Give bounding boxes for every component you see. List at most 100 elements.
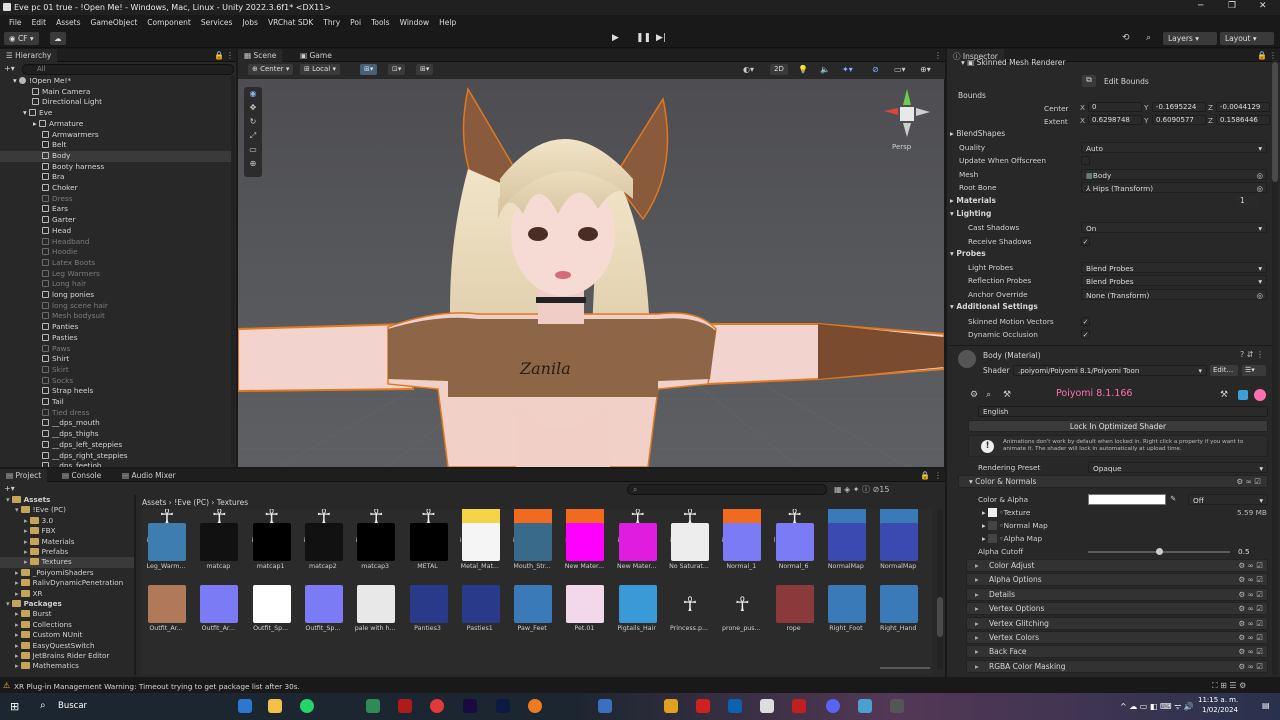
materials-count[interactable]: 1 (1236, 196, 1258, 207)
tree-arrow-icon[interactable]: ▸ (24, 537, 28, 546)
add-icon[interactable]: +▾ (4, 64, 16, 74)
anchor-override-field[interactable]: None (Transform) ◎ (1081, 289, 1267, 300)
tree-arrow-icon[interactable]: ▸ (15, 568, 19, 577)
tab-game[interactable]: ▣ Game (294, 49, 338, 62)
anchor-picker-icon[interactable]: ◎ (1257, 291, 1263, 300)
firefox-icon[interactable] (528, 699, 542, 713)
foldout-details[interactable]: ▸ Details ⚙ ∞ ☑ (966, 587, 1268, 601)
hierarchy-item[interactable]: Hoodie (0, 247, 232, 258)
hierarchy-item[interactable]: ▾ !Open Me!* (0, 76, 232, 87)
tree-arrow-icon[interactable]: ▾ (15, 505, 19, 514)
mode-2d-button[interactable]: 2D (770, 64, 788, 75)
app4-icon[interactable] (696, 699, 710, 713)
asset-item[interactable]: NormalMap (874, 521, 922, 577)
audio-icon[interactable]: 🔈 (820, 65, 830, 74)
hierarchy-item[interactable]: Body (0, 150, 232, 162)
layers-dropdown[interactable]: Layers ▾ (1163, 32, 1217, 45)
hierarchy-item[interactable]: Paws (0, 344, 232, 355)
search-icon[interactable]: ⌕ (1146, 33, 1151, 43)
hierarchy-item[interactable]: Leg Warmers (0, 269, 232, 280)
asset-item[interactable]: Pasties1 (456, 583, 504, 639)
alpha-cutoff-value[interactable]: 0.5 (1238, 547, 1250, 556)
asset-item[interactable]: Right_Foot (822, 583, 870, 639)
alpha-map-thumb[interactable] (987, 534, 997, 543)
hierarchy-item[interactable]: Socks (0, 376, 232, 387)
persp-label[interactable]: Persp (892, 143, 912, 151)
after-effects-icon[interactable] (496, 699, 510, 713)
asset-item[interactable]: matcap1 (247, 521, 295, 577)
hierarchy-item[interactable]: Choker (0, 183, 232, 194)
lighting-foldout[interactable]: ▾ Lighting (950, 209, 1272, 222)
hierarchy-item[interactable]: Tied dress (0, 408, 232, 419)
hierarchy-item[interactable]: __dps_mouth (0, 418, 232, 429)
hierarchy-item[interactable]: Main Camera (0, 87, 232, 98)
hierarchy-item[interactable]: Bra (0, 172, 232, 183)
lock-in-button[interactable]: Lock In Optimized Shader (968, 420, 1268, 432)
root-bone-field[interactable]: ⅄ Hips (Transform) ◎ (1081, 182, 1267, 193)
github-icon[interactable] (1238, 390, 1248, 400)
dynamic-occlusion-checkbox[interactable]: ✓ (1081, 330, 1090, 339)
tree-arrow-icon[interactable]: ▾ (6, 599, 10, 608)
shading-icon[interactable]: ◐▾ (743, 65, 754, 74)
alpha-cutoff-thumb[interactable] (1156, 548, 1163, 555)
foldout-options-icon[interactable]: ⚙ ∞ ☑ (1239, 662, 1263, 671)
mesh-field[interactable]: ▦Body ◎ (1081, 169, 1267, 180)
view-tool-icon[interactable]: ◉ (244, 87, 262, 101)
shader-edit-button[interactable]: Edit... (1210, 365, 1238, 376)
asset-item[interactable]: Normal_6 (770, 521, 818, 577)
breadcrumb-textures[interactable]: Textures (217, 498, 248, 507)
taskbar-search-icon[interactable]: ⌕ (40, 700, 46, 711)
menu-item-tools[interactable]: Tools (366, 15, 394, 29)
inspector-scroll-thumb[interactable] (1272, 62, 1278, 182)
hierarchy-search-input[interactable]: All (22, 64, 234, 75)
texture-thumb[interactable] (987, 508, 997, 517)
visibility-icon[interactable]: ⊘ (872, 65, 879, 74)
inspector-menu-icon[interactable]: ⋮ (1269, 51, 1277, 60)
hierarchy-item[interactable]: Shirt (0, 354, 232, 365)
asset-item[interactable]: ☥ Princess.p... (665, 583, 713, 639)
unity-icon[interactable] (890, 699, 904, 713)
receive-shadows-checkbox[interactable]: ✓ (1081, 237, 1090, 246)
foldout-options-icon[interactable]: ⚙ ∞ ☑ (1239, 590, 1263, 599)
hierarchy-item[interactable]: Tail (0, 397, 232, 408)
foldout-vertex-glitching[interactable]: ▸ Vertex Glitching ⚙ ∞ ☑ (966, 616, 1268, 630)
scale-tool-icon[interactable]: ⤢ (244, 129, 262, 143)
eyedropper-icon[interactable]: ✎ (1170, 494, 1176, 503)
asset-item[interactable]: Right_Hand (874, 583, 922, 639)
project-splitter[interactable] (134, 495, 136, 675)
asset-item[interactable]: matcap2 (299, 521, 347, 577)
inspector-scrollbar[interactable] (1272, 60, 1278, 675)
menu-item-poi[interactable]: Poi (345, 15, 366, 29)
reflection-probes-dropdown[interactable]: Blend Probes ▾ (1081, 275, 1267, 286)
premiere-icon[interactable] (463, 699, 477, 713)
history-icon[interactable]: ⟲ (1122, 33, 1130, 43)
project-add-icon[interactable]: +▾ (4, 484, 15, 493)
material-help-icon[interactable]: ? ⇵ ⋮ (1240, 350, 1264, 359)
color-swatch[interactable] (1088, 494, 1166, 505)
tab-hierarchy[interactable]: ☰ Hierarchy (0, 49, 58, 62)
tab-scene[interactable]: ▦ Scene (238, 49, 283, 62)
wrench-icon[interactable]: ⚒ (1220, 390, 1228, 400)
asset-item[interactable]: No Saturat... (665, 521, 713, 577)
language-dropdown[interactable]: English (978, 406, 1268, 417)
app-icon[interactable] (366, 699, 380, 713)
project-tree-item[interactable]: ▸ Prefabs (0, 547, 134, 557)
notifications-icon[interactable]: ▤ (1262, 701, 1270, 710)
extent-y-field[interactable]: 0.6090577 (1152, 115, 1206, 125)
minimize-icon[interactable]: ─ (1198, 1, 1203, 11)
scene-viewport[interactable]: Zanila Persp ◉ ✥ ↻ ⤢ ▭ ⊕ (237, 79, 945, 468)
hierarchy-item[interactable]: Ears (0, 204, 232, 215)
project-tree-item[interactable]: ▸ Burst (0, 609, 134, 619)
tree-arrow-icon[interactable]: ▸ (15, 630, 19, 639)
asset-item[interactable]: METAL (404, 521, 452, 577)
tab-audio-mixer[interactable]: ▤ Audio Mixer (116, 469, 182, 482)
pivot-dropdown[interactable]: ⊕ Center ▾ (248, 64, 294, 75)
hierarchy-item[interactable]: Garter (0, 215, 232, 226)
hierarchy-item[interactable]: Skirt (0, 365, 232, 376)
project-tree-item[interactable]: ▸ _PoiyomiShaders (0, 568, 134, 578)
asset-item[interactable]: Mouth_Str... (508, 521, 556, 577)
materials-foldout[interactable]: ▸ Materials 1 (950, 196, 1272, 209)
hierarchy-item[interactable]: Belt (0, 140, 232, 151)
hierarchy-item[interactable]: Long hair (0, 279, 232, 290)
tree-arrow-icon[interactable]: ▸ (24, 557, 28, 566)
